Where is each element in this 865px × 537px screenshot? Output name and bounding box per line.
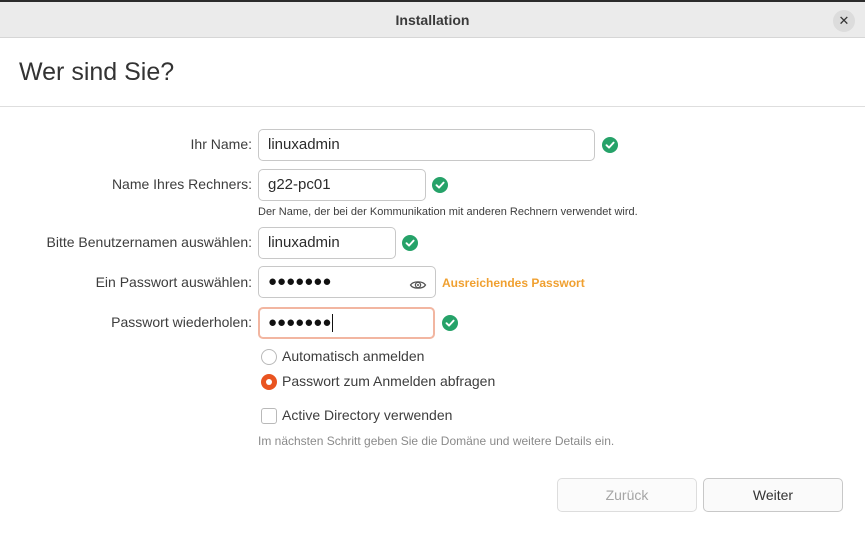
confirm-password-masked-value: ●●●●●●● [268, 314, 332, 331]
username-valid-checkmark-icon [402, 235, 418, 251]
username-field[interactable]: linuxadmin [258, 227, 396, 259]
title-bar: Installation ✕ [0, 0, 865, 38]
close-button[interactable]: ✕ [833, 10, 855, 32]
computer-name-hint: Der Name, der bei der Kommunikation mit … [258, 206, 638, 218]
password-label: Ein Passwort auswählen: [95, 274, 252, 290]
password-masked-value: ●●●●●●● [268, 273, 332, 290]
back-button[interactable]: Zurück [557, 478, 697, 512]
confirm-password-valid-checkmark-icon [442, 315, 458, 331]
page-title: Wer sind Sie? [19, 58, 175, 86]
computer-name-field[interactable]: g22-pc01 [258, 169, 426, 201]
close-icon: ✕ [838, 13, 850, 28]
eye-icon[interactable] [409, 274, 427, 290]
name-field[interactable]: linuxadmin [258, 129, 595, 161]
text-cursor [332, 314, 334, 333]
name-valid-checkmark-icon [602, 137, 618, 153]
confirm-password-field[interactable]: ●●●●●●● [258, 307, 435, 339]
confirm-password-label: Passwort wiederholen: [111, 314, 252, 330]
active-directory-checkbox[interactable] [261, 408, 277, 424]
divider [0, 106, 865, 107]
auto-login-radio[interactable] [261, 349, 277, 365]
auto-login-label: Automatisch anmelden [282, 348, 425, 364]
password-strength-label: Ausreichendes Passwort [442, 276, 585, 290]
require-password-label: Passwort zum Anmelden abfragen [282, 373, 496, 389]
window-title: Installation [395, 12, 470, 28]
password-field[interactable]: ●●●●●●● [258, 266, 436, 298]
require-password-radio[interactable] [261, 374, 277, 390]
active-directory-hint: Im nächsten Schritt geben Sie die Domäne… [258, 434, 615, 448]
name-label: Ihr Name: [190, 136, 252, 152]
username-label: Bitte Benutzernamen auswählen: [46, 234, 252, 250]
next-button[interactable]: Weiter [703, 478, 843, 512]
computer-name-label: Name Ihres Rechners: [111, 176, 252, 192]
active-directory-label: Active Directory verwenden [282, 407, 453, 423]
computer-name-valid-checkmark-icon [432, 177, 448, 193]
